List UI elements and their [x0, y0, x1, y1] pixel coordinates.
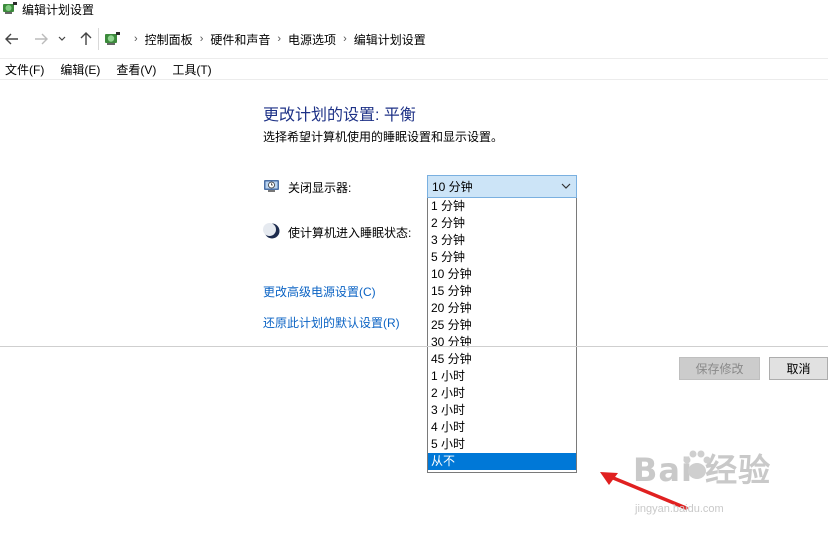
dropdown-option[interactable]: 20 分钟: [428, 300, 576, 317]
dropdown-option[interactable]: 4 小时: [428, 419, 576, 436]
back-arrow-icon: [5, 33, 18, 45]
recent-locations-button[interactable]: [55, 26, 69, 52]
dropdown-option[interactable]: 2 小时: [428, 385, 576, 402]
dropdown-option[interactable]: 3 分钟: [428, 232, 576, 249]
address-box[interactable]: › 控制面板 › 硬件和声音 › 电源选项 › 编辑计划设置: [98, 28, 828, 50]
up-button[interactable]: [76, 26, 96, 52]
display-off-selected-value: 10 分钟: [432, 180, 473, 194]
monitor-clock-icon: [264, 180, 279, 192]
menu-tools[interactable]: 工具(T): [171, 61, 212, 78]
moon-icon: [263, 223, 280, 239]
watermark-url: jingyan.baidu.com: [635, 503, 724, 515]
dropdown-option[interactable]: 3 小时: [428, 402, 576, 419]
divider: [0, 346, 828, 347]
menu-edit[interactable]: 编辑(E): [59, 61, 101, 78]
advanced-power-settings-link[interactable]: 更改高级电源设置(C): [263, 283, 376, 300]
dropdown-option[interactable]: 1 分钟: [428, 198, 576, 215]
paw-icon: [683, 450, 711, 479]
sleep-label: 使计算机进入睡眠状态:: [288, 226, 412, 240]
menu-bar: 文件(F) 编辑(E) 查看(V) 工具(T): [0, 58, 828, 80]
menu-view[interactable]: 查看(V): [115, 61, 157, 78]
dropdown-option[interactable]: 2 分钟: [428, 215, 576, 232]
back-button[interactable]: [2, 26, 22, 52]
restore-defaults-link[interactable]: 还原此计划的默认设置(R): [263, 314, 400, 331]
baidu-watermark: Bai 经验 jingyan.baidu.com: [633, 445, 771, 515]
save-button[interactable]: 保存修改: [679, 357, 760, 380]
dropdown-option[interactable]: 5 小时: [428, 436, 576, 453]
dropdown-option[interactable]: 15 分钟: [428, 283, 576, 300]
breadcrumb-separator: ›: [343, 33, 347, 45]
forward-button[interactable]: [31, 26, 51, 52]
breadcrumb-separator: ›: [277, 33, 282, 45]
breadcrumb-separator: ›: [199, 33, 204, 45]
breadcrumb-separator: ›: [134, 33, 138, 45]
address-bar: › 控制面板 › 硬件和声音 › 电源选项 › 编辑计划设置: [0, 26, 828, 52]
title-bar: 编辑计划设置: [0, 0, 828, 18]
breadcrumb-item[interactable]: 控制面板: [145, 31, 193, 48]
breadcrumb-item[interactable]: 硬件和声音: [210, 31, 270, 48]
window-title: 编辑计划设置: [22, 3, 95, 17]
cancel-button[interactable]: 取消: [769, 357, 828, 380]
breadcrumb-item[interactable]: 电源选项: [288, 31, 336, 48]
forward-arrow-icon: [35, 33, 48, 45]
dropdown-option[interactable]: 从不: [428, 453, 576, 470]
page-title: 更改计划的设置: 平衡: [263, 107, 416, 124]
dropdown-option[interactable]: 10 分钟: [428, 266, 576, 283]
dropdown-option[interactable]: 30 分钟: [428, 334, 576, 351]
breadcrumb-item[interactable]: 编辑计划设置: [354, 31, 426, 48]
page-subtitle: 选择希望计算机使用的睡眠设置和显示设置。: [263, 130, 504, 144]
dropdown-option[interactable]: 25 分钟: [428, 317, 576, 334]
display-off-label: 关闭显示器:: [288, 181, 352, 195]
dropdown-option[interactable]: 5 分钟: [428, 249, 576, 266]
menu-file[interactable]: 文件(F): [4, 61, 45, 78]
dropdown-option[interactable]: 1 小时: [428, 368, 576, 385]
chevron-down-icon: [561, 183, 571, 189]
display-off-dropdown-list[interactable]: 1 分钟 2 分钟 3 分钟 5 分钟 10 分钟 15 分钟 20 分钟 25 分钟 30 分…: [427, 198, 577, 473]
chevron-down-icon: [58, 36, 66, 41]
dropdown-option[interactable]: 45 分钟: [428, 351, 576, 368]
display-off-select[interactable]: 10 分钟: [427, 175, 577, 198]
control-panel-icon: [105, 32, 120, 45]
up-arrow-icon: [80, 32, 92, 45]
power-options-icon: [3, 2, 17, 14]
